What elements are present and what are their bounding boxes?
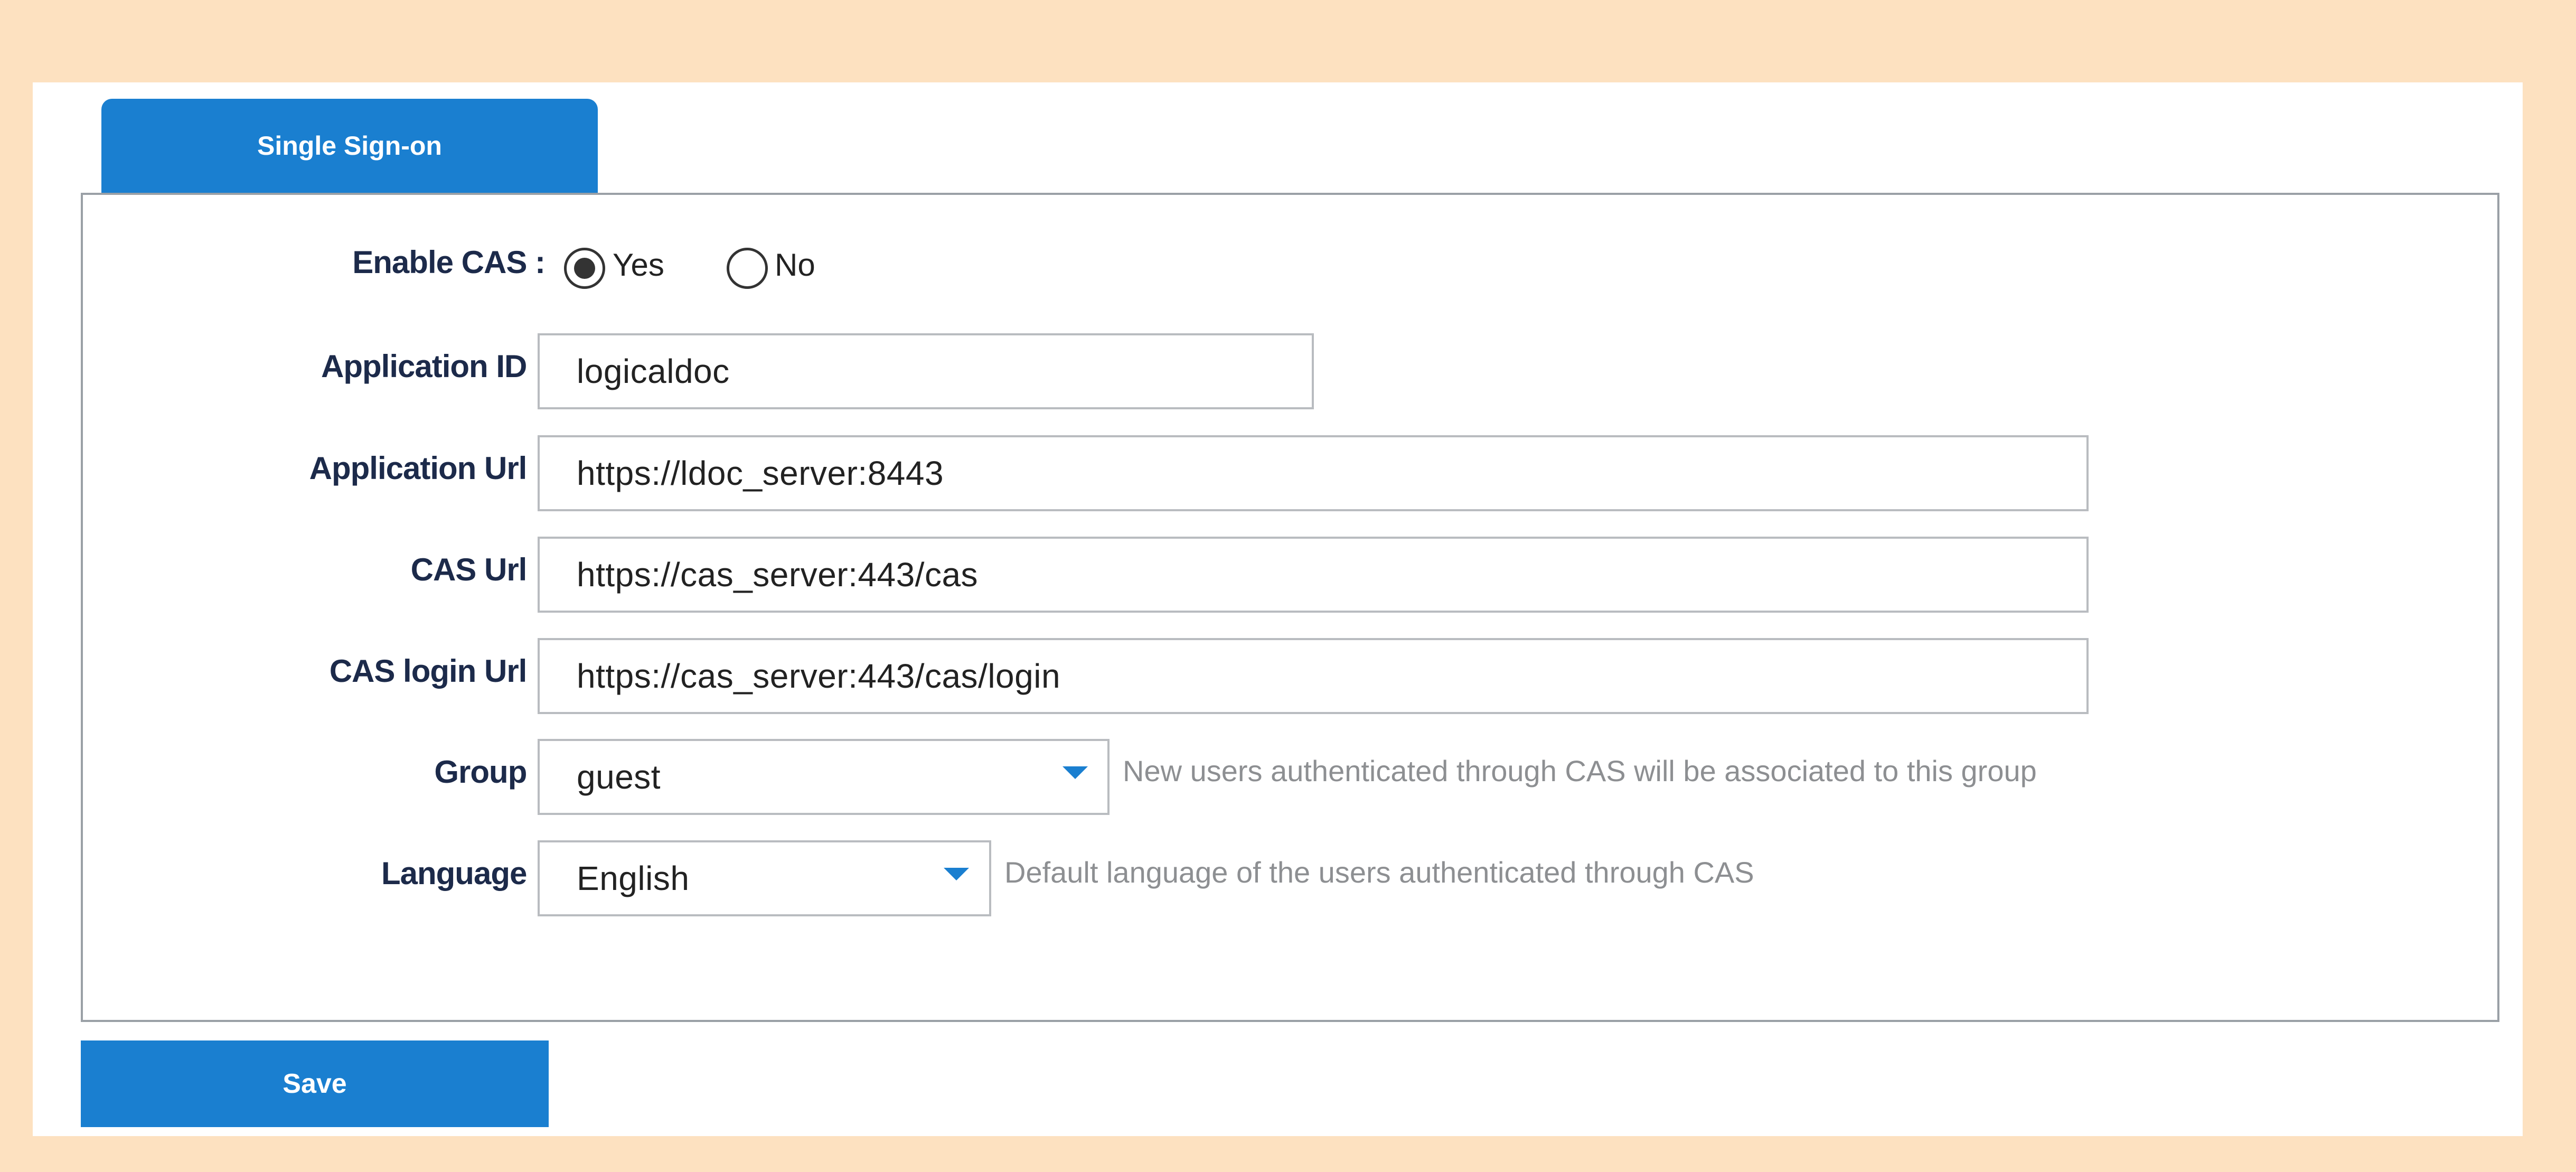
settings-page: Single Sign-on Enable CAS : Yes No Appli… [33, 82, 2523, 1136]
language-select[interactable]: English [538, 840, 991, 916]
group-hint: New users authenticated through CAS will… [1123, 754, 2037, 787]
language-value: English [577, 859, 690, 897]
sso-settings-panel: Enable CAS : Yes No Application ID : log… [81, 193, 2499, 1022]
enable-cas-no-label[interactable]: No [775, 247, 815, 283]
tab-single-sign-on[interactable]: Single Sign-on [101, 99, 598, 193]
application-url-value: https://ldoc_server:8443 [577, 454, 944, 492]
radio-selected-dot [574, 258, 595, 279]
group-label: Group : [434, 754, 546, 790]
language-label: Language : [381, 856, 546, 891]
save-button-label: Save [283, 1068, 347, 1099]
application-url-label: Application Url : [309, 451, 546, 486]
language-hint: Default language of the users authentica… [1004, 856, 1754, 889]
enable-cas-yes-radio[interactable] [564, 248, 605, 289]
group-select[interactable]: guest [538, 739, 1110, 815]
cas-login-url-field[interactable]: https://cas_server:443/cas/login [538, 638, 2089, 714]
enable-cas-no-radio[interactable] [727, 248, 768, 289]
cas-url-value: https://cas_server:443/cas [577, 556, 979, 594]
enable-cas-label: Enable CAS : [352, 245, 546, 280]
cas-login-url-value: https://cas_server:443/cas/login [577, 657, 1061, 695]
cas-login-url-label: CAS login Url : [329, 653, 546, 689]
application-id-field[interactable]: logicaldoc [538, 333, 1314, 409]
chevron-down-icon [1063, 766, 1088, 779]
tab-label: Single Sign-on [257, 131, 442, 161]
cas-url-field[interactable]: https://cas_server:443/cas [538, 537, 2089, 613]
save-button[interactable]: Save [81, 1040, 549, 1127]
cas-url-label: CAS Url : [410, 552, 546, 587]
group-value: guest [577, 758, 661, 796]
application-url-field[interactable]: https://ldoc_server:8443 [538, 435, 2089, 511]
application-id-label: Application ID : [321, 349, 546, 384]
enable-cas-yes-label[interactable]: Yes [613, 247, 664, 283]
chevron-down-icon [944, 868, 969, 880]
application-id-value: logicaldoc [577, 352, 730, 390]
